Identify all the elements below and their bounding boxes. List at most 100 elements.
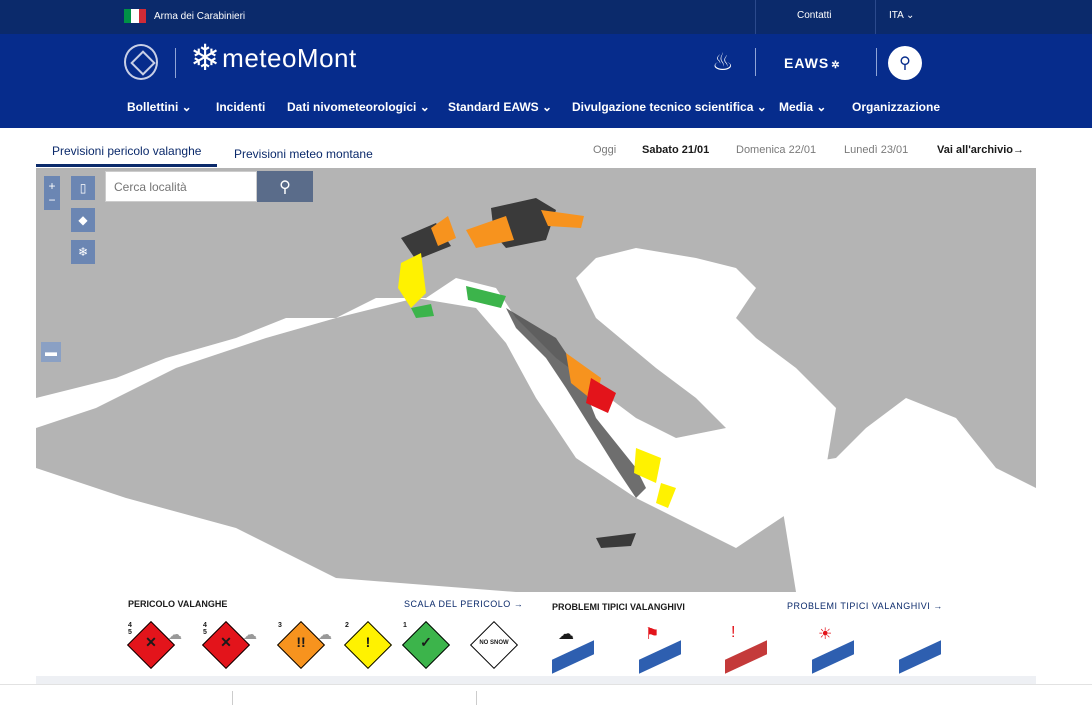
- nav-media[interactable]: Media ⌄: [779, 100, 826, 114]
- map-canvas: [36, 168, 1036, 592]
- nav-label: Divulgazione tecnico scientifica: [572, 100, 754, 114]
- cloud-icon: ☁: [168, 626, 182, 642]
- danger-no-snow[interactable]: NO SNOW: [469, 620, 533, 670]
- new-snow-icon: ☁: [558, 626, 574, 643]
- danger-level-4[interactable]: 45 ✕ ☁: [201, 620, 265, 670]
- slope-icon: [899, 640, 941, 674]
- nav-label: Dati nivometeorologici: [287, 100, 417, 114]
- day-sabato[interactable]: Sabato 21/01: [642, 144, 709, 156]
- problem-new-snow[interactable]: ☁: [552, 624, 596, 674]
- problems-link[interactable]: PROBLEMI TIPICI VALANGHIVI →: [787, 601, 943, 611]
- cloud-icon: ☁: [318, 626, 332, 642]
- layers-icon: ◆: [78, 213, 88, 227]
- legend-bottom-strip: [36, 676, 1036, 684]
- search-icon: ⚲: [279, 178, 291, 196]
- danger-level-number: 2: [345, 622, 349, 629]
- no-snow-label: NO SNOW: [479, 640, 509, 646]
- snowflake-icon: ❄: [190, 37, 221, 78]
- eaws-flake-icon: ✲: [831, 60, 841, 71]
- scale-label: 200 km: [64, 571, 88, 578]
- problem-wet-snow[interactable]: ☀: [812, 624, 856, 674]
- nav-label: Organizzazione: [852, 100, 941, 114]
- nav-standard-eaws[interactable]: Standard EAWS ⌄: [448, 100, 552, 114]
- location-search: [105, 171, 257, 202]
- nav-organizzazione[interactable]: Organizzazione: [852, 100, 940, 114]
- danger-exclamation-icon: !!: [296, 634, 306, 650]
- tab-previsioni-pericolo[interactable]: Previsioni pericolo valanghe: [36, 144, 218, 167]
- meteomont-logo[interactable]: ❄ meteoMont: [190, 40, 357, 76]
- basemap-button[interactable]: ▬: [41, 342, 61, 362]
- contatti-link[interactable]: Contatti: [797, 10, 831, 21]
- slope-icon: [552, 640, 594, 674]
- slope-icon: [725, 640, 767, 674]
- zoom-control: + −: [44, 176, 60, 210]
- location-search-button[interactable]: ⚲: [257, 171, 313, 202]
- slope-icon: [812, 640, 854, 674]
- avalanche-map[interactable]: + − ▯ ◆ ❄ ▬ ⚲ 200 km: [36, 168, 1036, 592]
- slope-icon: [639, 640, 681, 674]
- problem-gliding-snow[interactable]: [899, 624, 943, 674]
- org-name: Arma dei Carabinieri: [154, 10, 246, 22]
- nav-divulgazione[interactable]: Divulgazione tecnico scientifica ⌄: [572, 100, 767, 114]
- topbar-divider: [875, 0, 876, 34]
- tab-previsioni-meteo[interactable]: Previsioni meteo montane: [234, 147, 373, 161]
- footer-divider: [476, 691, 477, 705]
- chevron-down-icon: ⌄: [181, 100, 192, 114]
- map-scale-bar: 200 km: [41, 571, 111, 583]
- republic-emblem-icon[interactable]: [124, 44, 158, 80]
- danger-scale-link[interactable]: SCALA DEL PERICOLO →: [404, 599, 523, 609]
- danger-level-3[interactable]: 3 !! ☁: [276, 620, 340, 670]
- danger-legend-title: PERICOLO VALANGHE: [128, 599, 228, 609]
- danger-level-number: 45: [128, 622, 132, 636]
- chevron-down-icon: ⌄: [906, 10, 915, 21]
- nav-label: Standard EAWS: [448, 100, 539, 114]
- layer-toggle-button[interactable]: ◆: [71, 208, 95, 232]
- org-link[interactable]: Arma dei Carabinieri: [124, 9, 245, 23]
- danger-level-2[interactable]: 2 !: [343, 620, 407, 670]
- book-icon: ▯: [79, 181, 87, 195]
- eaws-logo[interactable]: EAWS ✲: [784, 55, 841, 71]
- day-lunedi[interactable]: Lunedì 23/01: [844, 144, 908, 156]
- wet-snow-icon: ☀: [818, 626, 833, 643]
- day-domenica[interactable]: Domenica 22/01: [736, 144, 816, 156]
- carabinieri-flame-icon[interactable]: ♨: [712, 48, 734, 77]
- nav-label: Media: [779, 100, 814, 114]
- danger-level-number: 45: [203, 622, 207, 636]
- top-strip: Arma dei Carabinieri Contatti ITA ⌄: [0, 0, 1092, 34]
- header-divider: [876, 48, 877, 76]
- wind-slab-icon: ⚑: [645, 626, 660, 643]
- nav-label: Incidenti: [216, 100, 266, 114]
- eaws-label: EAWS: [784, 55, 830, 71]
- nav-bollettini[interactable]: Bollettini ⌄: [127, 100, 192, 114]
- persistent-weak-layer-icon: !: [731, 624, 736, 641]
- snowflake-icon: ❄: [77, 245, 89, 259]
- danger-level-5[interactable]: 45 ✕ ☁: [126, 620, 190, 670]
- chevron-down-icon: ⌄: [542, 100, 553, 114]
- zoom-out-button[interactable]: −: [48, 193, 55, 207]
- search-icon: ⚲: [899, 55, 911, 72]
- day-oggi[interactable]: Oggi: [593, 144, 616, 156]
- basemap-icon: ▬: [45, 345, 57, 359]
- snow-layer-button[interactable]: ❄: [71, 240, 95, 264]
- zoom-in-button[interactable]: +: [48, 179, 55, 193]
- location-search-input[interactable]: [112, 179, 252, 195]
- cloud-icon: ☁: [243, 626, 257, 642]
- problem-persistent-weak-layer[interactable]: !: [725, 624, 769, 674]
- nav-label: Bollettini: [127, 100, 179, 114]
- header-search-button[interactable]: ⚲: [888, 46, 922, 80]
- nav-dati-nivometeorologici[interactable]: Dati nivometeorologici ⌄: [287, 100, 430, 114]
- chevron-down-icon: ⌄: [419, 100, 430, 114]
- logo-wordmark: meteoMont: [222, 43, 357, 73]
- language-selector[interactable]: ITA ⌄: [889, 10, 914, 21]
- danger-level-number: 1: [403, 622, 407, 629]
- danger-level-number: 3: [278, 622, 282, 629]
- page-footer-bar: [0, 684, 1092, 705]
- nav-incidenti[interactable]: Incidenti: [216, 100, 265, 114]
- language-label: ITA: [889, 10, 904, 21]
- map-book-button[interactable]: ▯: [71, 176, 95, 200]
- danger-level-1[interactable]: 1 ✓: [401, 620, 465, 670]
- archivio-link[interactable]: Vai all'archivio→: [937, 144, 1024, 156]
- problem-wind-slab[interactable]: ⚑: [639, 624, 683, 674]
- header-divider: [175, 48, 176, 78]
- topbar-divider: [755, 0, 756, 34]
